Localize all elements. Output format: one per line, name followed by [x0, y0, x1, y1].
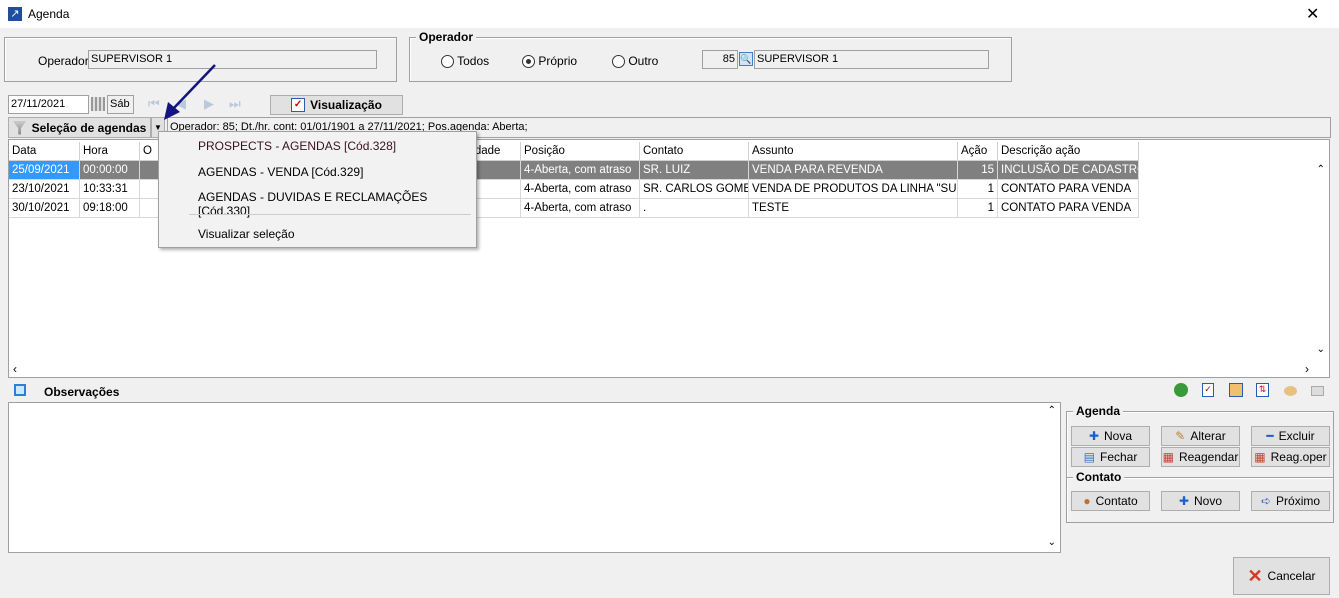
scroll-up-icon[interactable]: ⌃	[1317, 164, 1325, 175]
table-cell[interactable]: 30/10/2021	[9, 199, 80, 218]
table-cell[interactable]: VENDA PARA REVENDA	[749, 161, 958, 180]
operator-code-field[interactable]: 85	[702, 50, 738, 69]
cancel-x-icon: ✕	[1247, 565, 1263, 586]
minus-icon: ━	[1266, 429, 1274, 443]
funnel-icon	[12, 120, 27, 135]
operator-label: Operador	[38, 54, 89, 68]
table-cell[interactable]: 1	[958, 180, 998, 199]
table-cell[interactable]: VENDA DE PRODUTOS DA LINHA "SUPER"	[749, 180, 958, 199]
radio-todos[interactable]: Todos	[441, 54, 489, 69]
first-icon[interactable]: ⏮	[148, 96, 160, 112]
plus-icon: ✚	[1178, 494, 1190, 508]
column-header[interactable]: Data	[9, 142, 80, 161]
column-header[interactable]: Ação	[958, 142, 998, 161]
contact-icon: ●	[1083, 494, 1091, 508]
table-cell[interactable]: 4-Aberta, com atraso	[521, 161, 640, 180]
alterar-button[interactable]: ✎ Alterar	[1161, 426, 1240, 446]
menu-item-venda[interactable]: AGENDAS - VENDA [Cód.329]	[198, 165, 363, 179]
table-cell[interactable]: TESTE	[749, 199, 958, 218]
windows-icon[interactable]	[14, 384, 26, 396]
weekday-field: Sáb	[107, 95, 134, 114]
refresh-icon[interactable]	[1174, 383, 1188, 397]
agenda-group-legend: Agenda	[1073, 404, 1124, 418]
column-header[interactable]: Descrição ação	[998, 142, 1139, 161]
scroll-down-icon[interactable]: ⌄	[1048, 537, 1056, 548]
calendar-icon: ▦	[1162, 450, 1174, 464]
column-header[interactable]: Hora	[80, 142, 140, 161]
hand-edit-icon: ✎	[1175, 429, 1186, 443]
date-field[interactable]: 27/11/2021	[8, 95, 89, 114]
menu-item-prospects[interactable]: PROSPECTS - AGENDAS [Cód.328]	[198, 139, 396, 153]
last-icon[interactable]: ⏭	[229, 96, 241, 112]
table-cell[interactable]: 4-Aberta, com atraso	[521, 199, 640, 218]
title-bar: ↗ Agenda ✕	[0, 0, 1339, 28]
table-cell[interactable]: 09:18:00	[80, 199, 140, 218]
table-cell[interactable]: INCLUSÃO DE CADASTRO	[998, 161, 1139, 180]
table-cell[interactable]: 15	[958, 161, 998, 180]
table-cell[interactable]: 4-Aberta, com atraso	[521, 180, 640, 199]
arrow-annotation	[164, 64, 216, 120]
close-button[interactable]: ✕	[1306, 4, 1319, 24]
menu-item-visualizar-selecao[interactable]: Visualizar seleção	[198, 227, 295, 241]
table-cell[interactable]: 25/09/2021	[9, 161, 80, 180]
column-header[interactable]: Posição	[521, 142, 640, 161]
scroll-down-icon[interactable]: ⌄	[1317, 344, 1325, 355]
selecao-agendas-button[interactable]: Seleção de agendas	[8, 117, 151, 138]
contato-novo-button[interactable]: ✚ Novo	[1161, 491, 1240, 511]
table-cell[interactable]: 23/10/2021	[9, 180, 80, 199]
table-cell[interactable]: 1	[958, 199, 998, 218]
contato-prximo-button[interactable]: ➪ Próximo	[1251, 491, 1330, 511]
table-cell[interactable]: SR. CARLOS GOMES	[640, 180, 749, 199]
contato-contato-button[interactable]: ● Contato	[1071, 491, 1150, 511]
table-cell[interactable]: 10:33:31	[80, 180, 140, 199]
scroll-right-icon[interactable]: ›	[1305, 362, 1309, 376]
plus-icon: ✚	[1088, 429, 1100, 443]
operator-field[interactable]: SUPERVISOR 1	[88, 50, 377, 69]
fechar-button[interactable]: ▤ Fechar	[1071, 447, 1150, 467]
window-title: Agenda	[28, 7, 70, 21]
radio-outro[interactable]: Outro	[612, 54, 658, 69]
app-icon: ↗	[8, 7, 22, 21]
radio-proprio[interactable]: Próprio	[522, 54, 577, 69]
calendar-icon: ▦	[1254, 450, 1266, 464]
reagoper-button[interactable]: ▦ Reag.oper	[1251, 447, 1330, 467]
table-cell[interactable]: SR. LUIZ	[640, 161, 749, 180]
eraser-icon[interactable]	[1311, 386, 1324, 396]
observacoes-label: Observações	[44, 385, 120, 399]
calendar-icon[interactable]	[91, 97, 105, 111]
excluir-button[interactable]: ━ Excluir	[1251, 426, 1330, 446]
scroll-left-icon[interactable]: ‹	[13, 362, 17, 376]
table-cell[interactable]: 00:00:00	[80, 161, 140, 180]
reagendar-button[interactable]: ▦ Reagendar	[1161, 447, 1240, 467]
menu-separator	[189, 214, 471, 215]
checklist-icon: ✓	[291, 98, 306, 112]
visualizacao-button[interactable]: ✓ Visualização	[270, 95, 403, 115]
sort-icon[interactable]: ⇅	[1256, 383, 1269, 397]
contato-group-legend: Contato	[1073, 470, 1125, 484]
operator-name-field: SUPERVISOR 1	[754, 50, 989, 69]
selecao-dropdown-menu: PROSPECTS - AGENDAS [Cód.328] AGENDAS - …	[158, 131, 477, 248]
nova-button[interactable]: ✚ Nova	[1071, 426, 1150, 446]
scroll-up-icon[interactable]: ⌃	[1048, 405, 1056, 416]
observacoes-textarea[interactable]: ⌃ ⌄	[8, 402, 1061, 553]
operator-group-legend: Operador	[416, 30, 477, 44]
table-cell[interactable]: CONTATO PARA VENDA	[998, 180, 1139, 199]
edit-table-icon[interactable]	[1229, 383, 1243, 397]
table-cell[interactable]: CONTATO PARA VENDA	[998, 199, 1139, 218]
close-document-icon: ▤	[1083, 450, 1095, 464]
search-icon[interactable]: 🔍	[739, 52, 753, 66]
cancel-button[interactable]: ✕ Cancelar	[1233, 557, 1330, 595]
column-header[interactable]: Contato	[640, 142, 749, 161]
palette-icon[interactable]	[1284, 386, 1297, 396]
checklist-icon[interactable]: ✓	[1202, 383, 1214, 397]
column-header[interactable]: Assunto	[749, 142, 958, 161]
next-arrow-icon: ➪	[1260, 494, 1272, 508]
table-cell[interactable]: .	[640, 199, 749, 218]
